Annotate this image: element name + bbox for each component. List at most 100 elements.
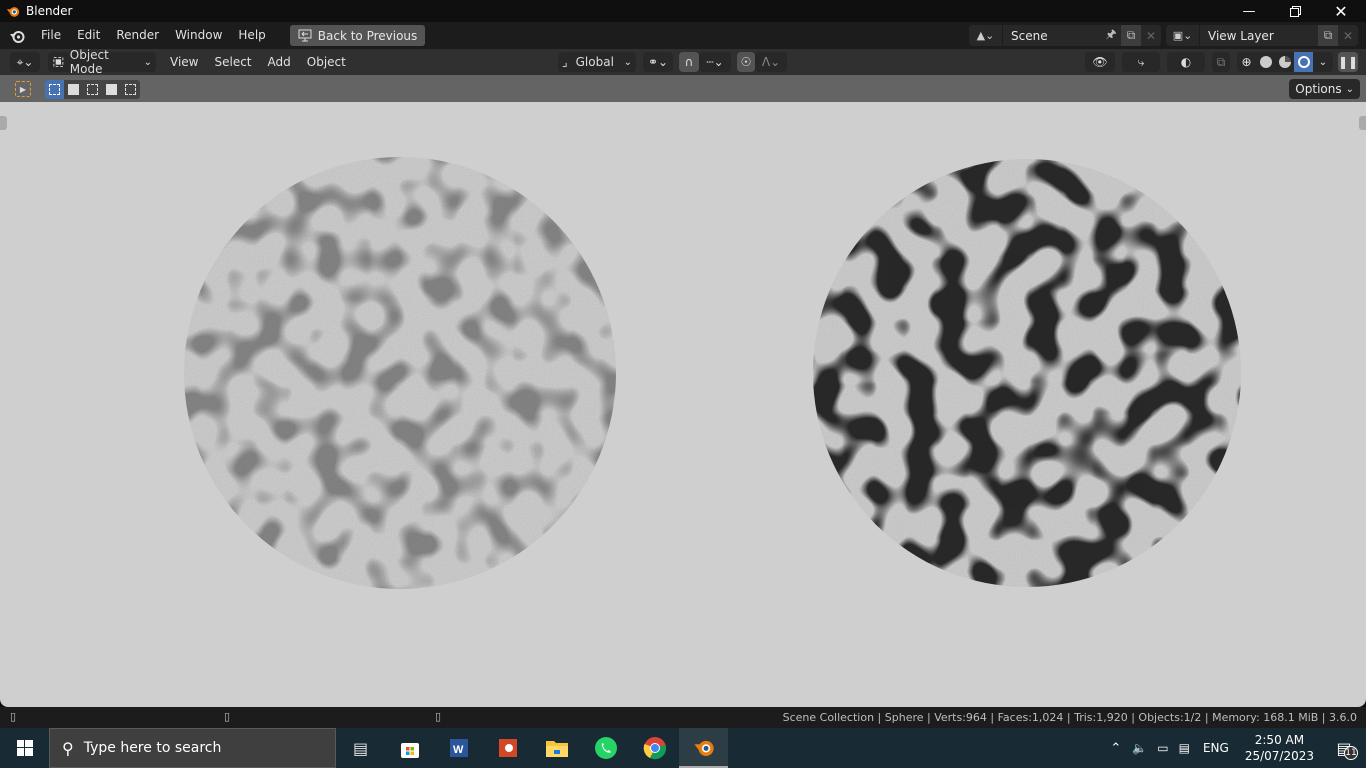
proportional-editing-toggle[interactable]: ☉ xyxy=(737,52,755,72)
shading-modes: ⊕ ⌄ xyxy=(1237,52,1333,72)
view-layer-name-field[interactable]: View Layer xyxy=(1200,29,1318,43)
show-hidden-icons-button[interactable]: ⌃ xyxy=(1104,741,1127,756)
network-button[interactable]: ▤ xyxy=(1174,741,1195,755)
battery-button[interactable]: ▭ xyxy=(1152,741,1173,755)
orientation-label: Global xyxy=(575,55,614,69)
scene-browse-button[interactable]: ▲⌄ xyxy=(969,25,1003,46)
menu-help[interactable]: Help xyxy=(230,22,273,49)
menu-file[interactable]: File xyxy=(33,22,69,49)
taskbar-search-box[interactable]: ⚲ Type here to search xyxy=(49,728,336,768)
volume-button[interactable]: 🔈 xyxy=(1127,741,1152,755)
shading-options-button[interactable]: ⌄ xyxy=(1313,52,1333,72)
taskbar-app-file-explorer[interactable] xyxy=(532,728,581,768)
chrome-icon xyxy=(643,737,666,760)
task-view-button[interactable]: ▤ xyxy=(336,728,385,768)
taskbar-app-blender[interactable] xyxy=(679,728,728,768)
select-subtract-button[interactable] xyxy=(83,80,102,99)
overlays-toggle[interactable]: ◐ xyxy=(1167,52,1205,72)
clock[interactable]: 2:50 AM 25/07/2023 xyxy=(1237,732,1322,764)
transform-orientation-dropdown[interactable]: ⌟ Global ⌄ xyxy=(558,52,636,72)
blender-logo-icon xyxy=(6,7,20,17)
start-button[interactable] xyxy=(0,728,49,768)
snap-target-button[interactable]: ┄⌄ xyxy=(699,52,731,72)
delete-scene-button[interactable]: ✕ xyxy=(1141,25,1161,46)
snap-toggle[interactable]: ∩ xyxy=(679,52,699,72)
windows-logo-icon xyxy=(16,740,33,756)
system-tray: ⌃ 🔈 ▭ ▤ ENG 2:50 AM 25/07/2023 ▤ 11 xyxy=(1104,728,1366,768)
scene-name-field[interactable]: Scene xyxy=(1003,29,1101,43)
3d-viewport[interactable] xyxy=(0,102,1366,707)
select-invert-button[interactable] xyxy=(102,80,121,99)
mode-dropdown[interactable]: Object Mode ⌄ xyxy=(48,48,156,76)
microsoft-store-icon xyxy=(400,743,419,758)
solid-shading-button[interactable] xyxy=(1256,52,1275,72)
chevron-down-icon: ⌄ xyxy=(623,56,632,68)
taskbar-app-word[interactable]: W xyxy=(434,728,483,768)
select-intersect-button[interactable] xyxy=(121,80,140,99)
close-button[interactable]: ✕ xyxy=(1318,0,1364,22)
taskbar-app-chrome[interactable] xyxy=(630,728,679,768)
back-to-previous-label: Back to Previous xyxy=(317,28,418,43)
minimize-button[interactable]: — xyxy=(1226,0,1272,22)
status-bar: ▯ ▯ ▯ Scene Collection | Sphere | Verts:… xyxy=(0,707,1366,728)
scene-statistics: Scene Collection | Sphere | Verts:964 | … xyxy=(782,711,1357,724)
link-icon: ⚭⌄ xyxy=(647,55,669,69)
close-icon: ✕ xyxy=(1334,1,1348,21)
delete-view-layer-button[interactable]: ✕ xyxy=(1338,25,1358,46)
view-layer-browse-button[interactable]: ▣⌄ xyxy=(1166,25,1200,46)
object-mode-icon xyxy=(53,57,64,67)
svg-text:W: W xyxy=(453,744,464,756)
mouse-middle-icon: ▯ xyxy=(224,710,231,723)
wireframe-shading-button[interactable]: ⊕ xyxy=(1237,52,1256,72)
sidebar-toggle[interactable]: ❚❚ xyxy=(1338,52,1358,72)
select-intersect-icon xyxy=(125,84,136,95)
taskbar-app-whatsapp[interactable] xyxy=(581,728,630,768)
cursor-icon: ▶ xyxy=(19,84,27,94)
menu-select[interactable]: Select xyxy=(206,55,259,69)
new-scene-button[interactable]: ⧉ xyxy=(1121,25,1141,46)
action-center-button[interactable]: ▤ 11 xyxy=(1322,728,1366,768)
taskbar-app-store[interactable] xyxy=(385,728,434,768)
falloff-curve-icon: Λ⌄ xyxy=(761,55,781,69)
restore-button[interactable] xyxy=(1272,0,1318,22)
select-box-icon xyxy=(49,84,60,95)
gizmo-toggle[interactable]: ⤷ xyxy=(1122,52,1160,72)
editor-type-button[interactable]: ⌖⌄ xyxy=(10,52,40,72)
blender-menu-icon[interactable] xyxy=(7,26,27,46)
options-dropdown[interactable]: Options ⌄ xyxy=(1289,79,1360,99)
rendered-shading-button[interactable] xyxy=(1294,52,1313,72)
gizmo-icon: ⤷ xyxy=(1137,54,1145,69)
back-to-previous-button[interactable]: Back to Previous xyxy=(289,25,426,46)
language-indicator[interactable]: ENG xyxy=(1195,741,1237,755)
new-view-layer-button[interactable]: ⧉ xyxy=(1318,25,1338,46)
pivot-point-button[interactable]: ⚭⌄ xyxy=(643,52,673,72)
magnet-icon: ∩ xyxy=(684,55,694,69)
chevron-down-icon: ⌄ xyxy=(1345,83,1354,95)
select-tool-button[interactable]: ▶ xyxy=(15,81,31,97)
battery-plug-icon: ▭ xyxy=(1157,741,1169,755)
select-extend-button[interactable] xyxy=(64,80,83,99)
select-new-button[interactable] xyxy=(45,80,64,99)
clock-time: 2:50 AM xyxy=(1254,733,1305,747)
xray-toggle[interactable]: ⧉ xyxy=(1212,52,1230,72)
menu-add[interactable]: Add xyxy=(260,55,299,69)
visibility-button[interactable]: 👁 xyxy=(1085,52,1115,72)
menu-window[interactable]: Window xyxy=(167,22,230,49)
mode-label: Object Mode xyxy=(69,48,109,76)
falloff-button[interactable]: Λ⌄ xyxy=(755,52,787,72)
menu-render[interactable]: Render xyxy=(108,22,167,49)
scene-selector: ▲⌄ Scene 🖈 ⧉ ✕ xyxy=(969,25,1161,46)
wireframe-icon: ⊕ xyxy=(1241,55,1252,69)
material-preview-button[interactable] xyxy=(1275,52,1294,72)
menu-object[interactable]: Object xyxy=(299,55,354,69)
pin-scene-button[interactable]: 🖈 xyxy=(1101,25,1121,46)
taskbar-app-powerpoint[interactable] xyxy=(483,728,532,768)
3d-viewport-icon: ⌖⌄ xyxy=(16,54,34,69)
pin-icon: 🖈 xyxy=(1105,27,1117,41)
menu-edit[interactable]: Edit xyxy=(69,22,108,49)
mouse-right-icon: ▯ xyxy=(435,710,442,723)
menu-view[interactable]: View xyxy=(162,55,206,69)
material-sphere-icon xyxy=(1278,56,1291,68)
sphere-left[interactable] xyxy=(184,157,616,589)
sphere-right[interactable] xyxy=(813,159,1241,587)
